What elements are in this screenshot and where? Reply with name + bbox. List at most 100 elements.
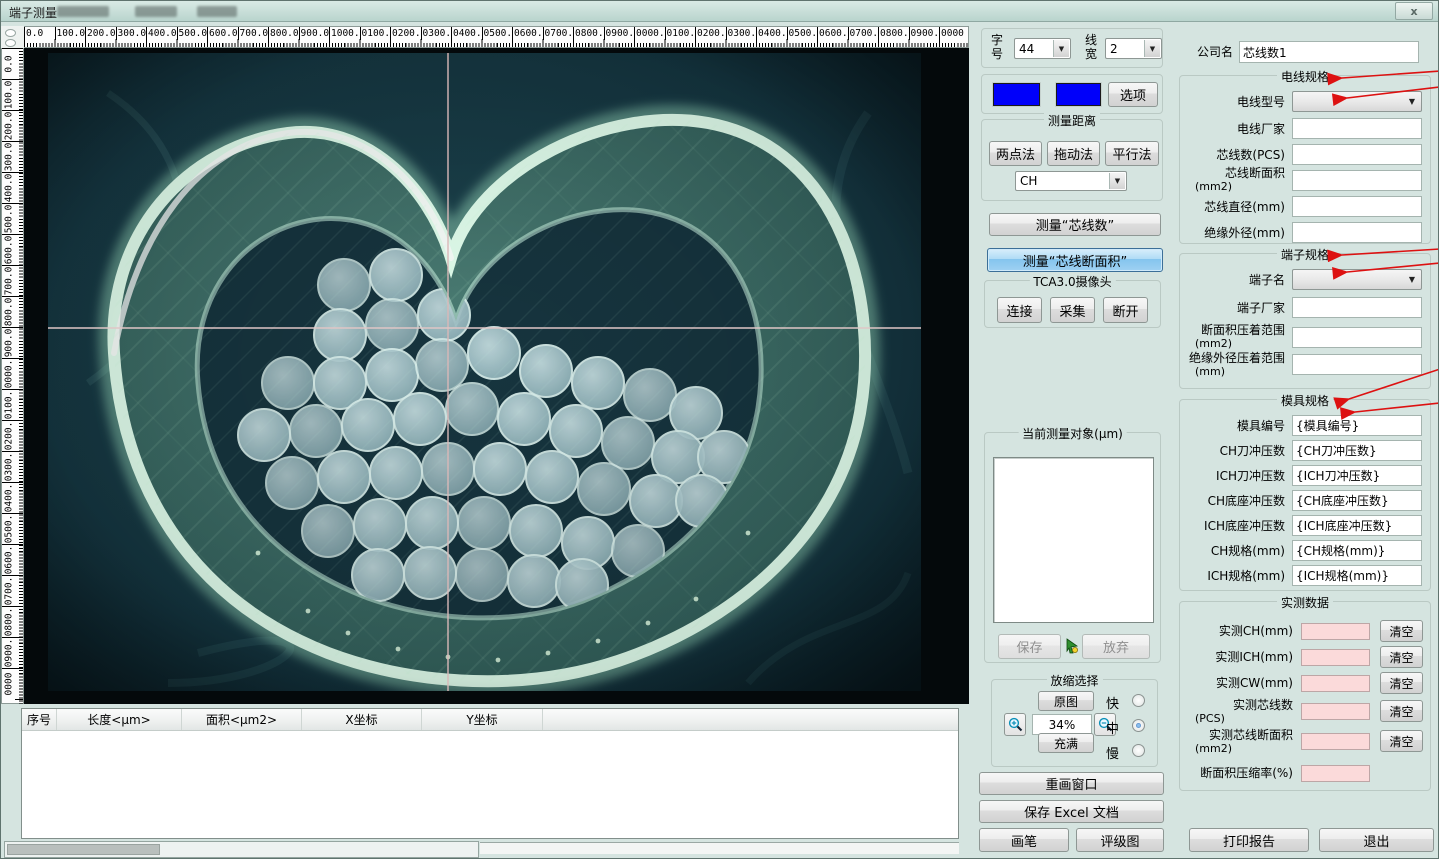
ch-blade-count-input[interactable] bbox=[1292, 440, 1422, 461]
measure-core-count-button[interactable]: 测量“芯线数” bbox=[989, 213, 1161, 236]
crimp-area-range-input[interactable] bbox=[1292, 327, 1422, 348]
microscope-image bbox=[48, 53, 921, 691]
terminal-maker-label: 端子厂家 bbox=[1179, 302, 1285, 315]
ich-blade-count-input[interactable] bbox=[1292, 465, 1422, 486]
clear-ich-button[interactable]: 清空 bbox=[1380, 646, 1423, 668]
table-header-row: 序号 长度<μm> 面积<μm2> X坐标 Y坐标 bbox=[22, 709, 958, 731]
close-icon[interactable]: x bbox=[1395, 2, 1433, 20]
wire-model-dropdown[interactable]: ▼ bbox=[1292, 91, 1422, 112]
font-size-dropdown[interactable]: 44▼ bbox=[1014, 38, 1071, 59]
ch-base-count-input[interactable] bbox=[1292, 490, 1422, 511]
terminal-maker-input[interactable] bbox=[1292, 297, 1422, 318]
save-excel-button[interactable]: 保存 Excel 文档 bbox=[979, 800, 1164, 823]
bottom-strip bbox=[480, 842, 959, 854]
redacted-text bbox=[135, 6, 177, 17]
ch-spec-input[interactable] bbox=[1292, 540, 1422, 561]
rating-chart-button[interactable]: 评级图 bbox=[1076, 828, 1164, 852]
camera-capture-button[interactable]: 采集 bbox=[1050, 297, 1095, 323]
camera-group-title: TCA3.0摄像头 bbox=[1029, 273, 1115, 290]
compression-ratio-input[interactable] bbox=[1301, 765, 1370, 782]
zoom-in-icon[interactable] bbox=[1004, 713, 1026, 736]
speed-fast-radio[interactable] bbox=[1132, 694, 1145, 707]
exit-button[interactable]: 退出 bbox=[1319, 828, 1434, 852]
current-measure-listbox[interactable] bbox=[993, 457, 1154, 623]
print-report-button[interactable]: 打印报告 bbox=[1189, 828, 1309, 852]
clear-cw-button[interactable]: 清空 bbox=[1380, 672, 1423, 694]
ch-base-count-label: CH底座冲压数 bbox=[1179, 495, 1285, 508]
discard-measure-button[interactable]: 放弃 bbox=[1082, 634, 1150, 659]
window-title: 端子测量 bbox=[9, 4, 57, 21]
wire-maker-label: 电线厂家 bbox=[1179, 123, 1285, 136]
clear-core-area-button[interactable]: 清空 bbox=[1380, 730, 1423, 752]
ruler-label: 0100. bbox=[2, 389, 15, 420]
measured-ich-input[interactable] bbox=[1301, 649, 1370, 666]
chevron-down-icon: ▼ bbox=[1144, 40, 1160, 57]
mold-id-input[interactable] bbox=[1292, 415, 1422, 436]
core-diameter-input[interactable] bbox=[1292, 196, 1422, 217]
font-size-label: 字号 bbox=[990, 33, 1004, 61]
zoom-group-title: 放缩选择 bbox=[1046, 672, 1102, 689]
ich-spec-input[interactable] bbox=[1292, 565, 1422, 586]
wire-maker-input[interactable] bbox=[1292, 118, 1422, 139]
terminal-name-label: 端子名 bbox=[1179, 274, 1285, 287]
fill-view-button[interactable]: 充满 bbox=[1038, 733, 1094, 753]
parallel-method-button[interactable]: 平行法 bbox=[1105, 141, 1159, 166]
save-measure-button[interactable]: 保存 bbox=[998, 634, 1061, 659]
ruler-label: 0800. bbox=[2, 606, 15, 637]
clear-ch-button[interactable]: 清空 bbox=[1380, 620, 1423, 642]
measured-core-count-input[interactable] bbox=[1301, 703, 1370, 720]
measured-cw-input[interactable] bbox=[1301, 675, 1370, 692]
mold-id-label: 模具编号 bbox=[1179, 420, 1285, 433]
ruler-corner-button-icon[interactable] bbox=[5, 39, 16, 47]
options-button[interactable]: 选项 bbox=[1108, 82, 1158, 107]
ich-base-count-input[interactable] bbox=[1292, 515, 1422, 536]
channel-dropdown[interactable]: CH▼ bbox=[1015, 171, 1127, 191]
ruler-label: 900.0 bbox=[2, 327, 15, 358]
redraw-window-button[interactable]: 重画窗口 bbox=[979, 772, 1164, 795]
clear-core-count-button[interactable]: 清空 bbox=[1380, 700, 1423, 722]
camera-disconnect-button[interactable]: 断开 bbox=[1103, 297, 1148, 323]
scrollbar-thumb[interactable] bbox=[7, 844, 160, 855]
camera-group: TCA3.0摄像头 连接 采集 断开 bbox=[984, 280, 1161, 328]
ich-base-count-label: ICH底座冲压数 bbox=[1179, 520, 1285, 533]
pen-button[interactable]: 画笔 bbox=[979, 828, 1069, 852]
terminal-spec-title: 端子规格 bbox=[1277, 246, 1333, 263]
speed-mid-radio[interactable] bbox=[1132, 719, 1145, 732]
col-header-area: 面积<μm2> bbox=[182, 709, 302, 730]
measured-core-area-input[interactable] bbox=[1301, 733, 1370, 750]
ruler-label: 400.0 bbox=[2, 172, 15, 203]
redacted-text bbox=[197, 6, 237, 17]
measured-core-area-label: 实测芯线断面积(mm2) bbox=[1179, 729, 1293, 755]
camera-connect-button[interactable]: 连接 bbox=[997, 297, 1042, 323]
core-area-label: 芯线断面积(mm2) bbox=[1179, 167, 1285, 193]
ruler-label: 0000. bbox=[2, 358, 15, 389]
speed-mid-label: 中 bbox=[1106, 718, 1119, 737]
color-swatch-1[interactable] bbox=[993, 83, 1040, 106]
line-width-dropdown[interactable]: 2▼ bbox=[1105, 38, 1162, 59]
color-swatch-2[interactable] bbox=[1056, 83, 1101, 106]
insulation-od-input[interactable] bbox=[1292, 222, 1422, 243]
measured-ch-input[interactable] bbox=[1301, 623, 1370, 640]
insulation-crimp-range-input[interactable] bbox=[1292, 354, 1422, 375]
ruler-label: 600.0 bbox=[2, 234, 15, 265]
ruler-corner bbox=[1, 26, 24, 48]
microscope-image-viewport[interactable] bbox=[24, 48, 969, 704]
original-size-button[interactable]: 原图 bbox=[1038, 691, 1094, 711]
chevron-down-icon: ▼ bbox=[1109, 173, 1125, 189]
company-name-input[interactable] bbox=[1239, 41, 1419, 63]
terminal-name-dropdown[interactable]: ▼ bbox=[1292, 269, 1422, 290]
horizontal-scrollbar[interactable] bbox=[4, 841, 479, 858]
core-area-input[interactable] bbox=[1292, 170, 1422, 191]
speed-slow-radio[interactable] bbox=[1132, 744, 1145, 757]
table-body[interactable] bbox=[22, 731, 958, 838]
drag-method-button[interactable]: 拖动法 bbox=[1047, 141, 1100, 166]
speed-fast-label: 快 bbox=[1106, 693, 1119, 712]
core-count-input[interactable] bbox=[1292, 144, 1422, 165]
measure-core-area-button[interactable]: 测量“芯线断面积” bbox=[987, 248, 1163, 272]
two-point-method-button[interactable]: 两点法 bbox=[989, 141, 1042, 166]
ruler-corner-button-icon[interactable] bbox=[5, 29, 16, 37]
zoom-percent-value[interactable]: 34% bbox=[1032, 714, 1092, 735]
col-header-filler bbox=[543, 709, 958, 730]
measure-distance-group: 测量距离 两点法 拖动法 平行法 CH▼ bbox=[981, 119, 1163, 201]
ch-blade-count-label: CH刀冲压数 bbox=[1179, 445, 1285, 458]
